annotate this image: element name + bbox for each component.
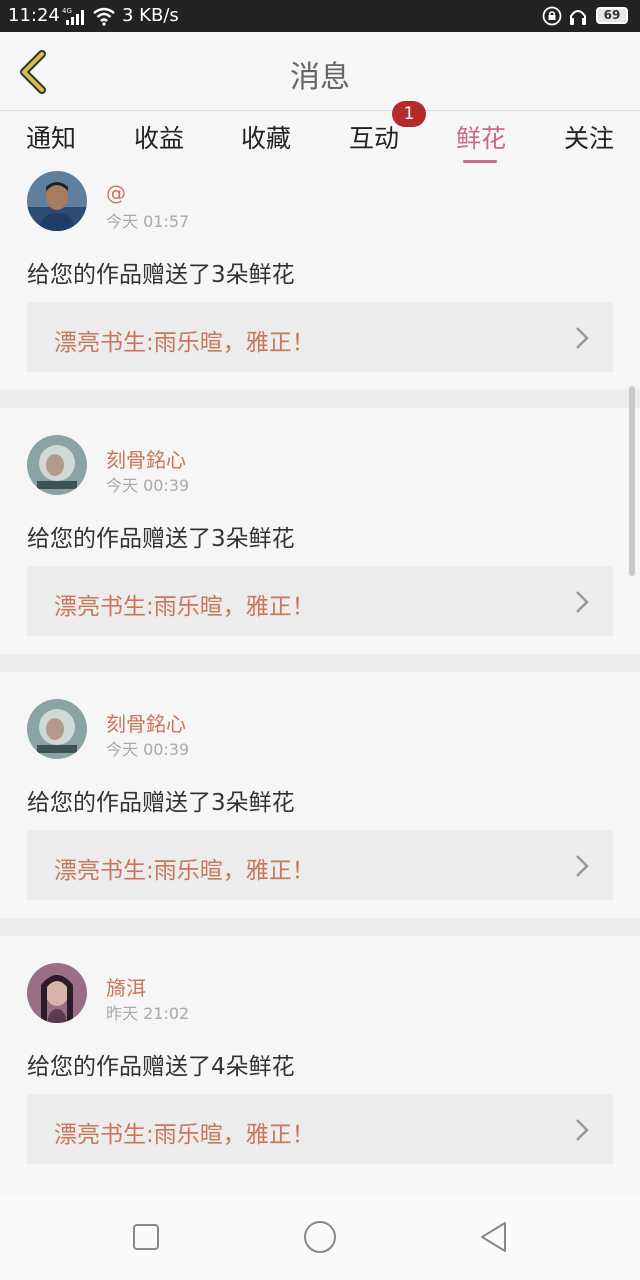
message-card: 刻骨銘心 今天 00:39 给您的作品赠送了3朵鲜花 漂亮书生:雨乐暄，雅正！ xyxy=(0,672,640,918)
status-time: 11:24 xyxy=(8,5,60,26)
sender-name[interactable]: @ xyxy=(106,181,126,205)
status-bar: 11:24 4G 3 KB/s 69 xyxy=(0,0,640,32)
chevron-right-icon xyxy=(576,855,589,877)
work-link[interactable]: 漂亮书生:雨乐暄，雅正！ xyxy=(27,302,613,372)
message-text: 给您的作品赠送了3朵鲜花 xyxy=(27,526,295,552)
scrollbar[interactable] xyxy=(629,386,635,576)
avatar[interactable] xyxy=(27,435,87,495)
sender-name[interactable]: 刻骨銘心 xyxy=(106,708,186,737)
message-text: 给您的作品赠送了3朵鲜花 xyxy=(27,262,295,288)
active-tab-indicator xyxy=(463,160,497,163)
message-card: 旖洱 昨天 21:02 给您的作品赠送了4朵鲜花 漂亮书生:雨乐暄，雅正！ xyxy=(0,936,640,1195)
tab-favorites[interactable]: 收藏 xyxy=(211,119,321,155)
work-title: 漂亮书生:雨乐暄，雅正！ xyxy=(54,330,315,356)
square-icon[interactable] xyxy=(128,1219,164,1255)
chevron-right-icon xyxy=(576,591,589,613)
message-text: 给您的作品赠送了4朵鲜花 xyxy=(27,1054,295,1080)
circle-icon[interactable] xyxy=(302,1219,338,1255)
message-time: 今天 00:39 xyxy=(106,476,190,495)
work-title: 漂亮书生:雨乐暄，雅正！ xyxy=(54,594,315,620)
network-type-label: 4G xyxy=(62,7,72,15)
page-title: 消息 xyxy=(290,60,350,95)
battery-icon: 69 xyxy=(596,7,628,24)
message-card: 刻骨銘心 今天 00:39 给您的作品赠送了3朵鲜花 漂亮书生:雨乐暄，雅正！ xyxy=(0,408,640,654)
chevron-right-icon xyxy=(576,327,589,349)
message-text: 给您的作品赠送了3朵鲜花 xyxy=(27,790,295,816)
tab-notify[interactable]: 通知 xyxy=(0,119,106,155)
tab-bar: 通知 收益 收藏 互动 1 鲜花 关注 xyxy=(0,101,640,167)
work-title: 漂亮书生:雨乐暄，雅正！ xyxy=(54,858,315,884)
interaction-badge: 1 xyxy=(392,101,426,127)
avatar[interactable] xyxy=(27,699,87,759)
rotation-lock-icon xyxy=(542,6,562,26)
tab-follow[interactable]: 关注 xyxy=(534,119,640,155)
sender-name[interactable]: 旖洱 xyxy=(106,972,146,1001)
message-time: 昨天 21:02 xyxy=(106,1004,190,1023)
work-title: 漂亮书生:雨乐暄，雅正！ xyxy=(54,1122,315,1148)
work-link[interactable]: 漂亮书生:雨乐暄，雅正！ xyxy=(27,1094,613,1164)
triangle-back-icon[interactable] xyxy=(476,1219,512,1255)
wifi-icon xyxy=(93,7,115,26)
signal-icon: 4G xyxy=(62,7,84,25)
avatar[interactable] xyxy=(27,171,87,231)
message-time: 今天 01:57 xyxy=(106,212,190,231)
message-card: @ 今天 01:57 给您的作品赠送了3朵鲜花 漂亮书生:雨乐暄，雅正！ xyxy=(0,167,640,389)
sender-name[interactable]: 刻骨銘心 xyxy=(106,444,186,473)
chevron-right-icon xyxy=(576,1119,589,1141)
avatar[interactable] xyxy=(27,963,87,1023)
headphones-icon xyxy=(570,10,586,25)
system-nav-bar xyxy=(0,1195,640,1280)
tab-flowers[interactable]: 鲜花 xyxy=(426,119,536,155)
network-speed: 3 KB/s xyxy=(122,5,179,26)
tab-earnings[interactable]: 收益 xyxy=(104,119,214,155)
message-time: 今天 00:39 xyxy=(106,740,190,759)
work-link[interactable]: 漂亮书生:雨乐暄，雅正！ xyxy=(27,830,613,900)
title-bar: 消息 xyxy=(0,32,640,111)
work-link[interactable]: 漂亮书生:雨乐暄，雅正！ xyxy=(27,566,613,636)
